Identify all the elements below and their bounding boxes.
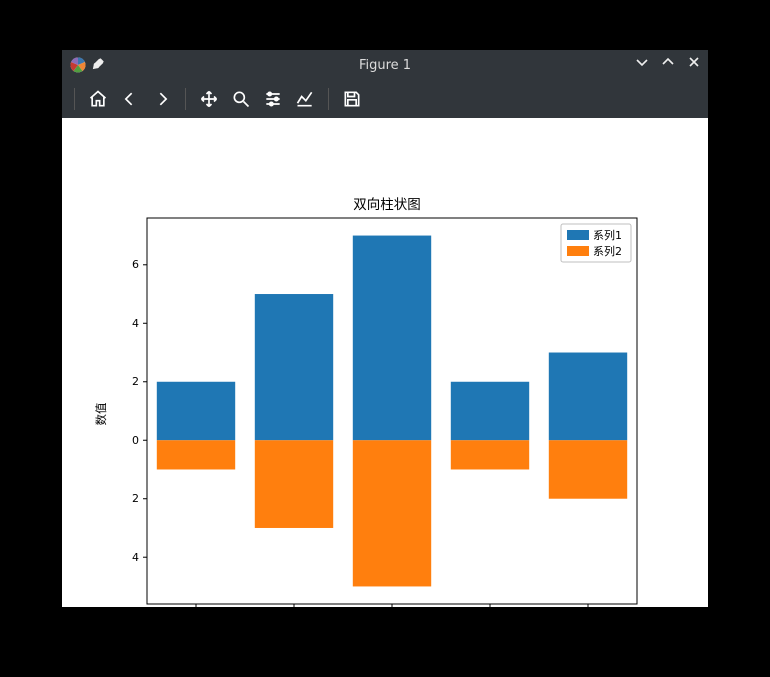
pin-icon[interactable] [92,57,105,74]
back-button[interactable] [115,84,145,114]
save-button[interactable] [337,84,367,114]
bar-series2-3 [451,440,529,469]
zoom-button[interactable] [226,84,256,114]
edit-button[interactable] [290,84,320,114]
bar-series1-3 [451,382,529,440]
toolbar [62,80,708,118]
home-button[interactable] [83,84,113,114]
ytick-n2: 2 [132,492,139,505]
maximize-button[interactable] [660,50,676,80]
legend: 系列1 系列2 [561,224,631,262]
bar-series1-4 [549,353,627,441]
bar-series1-2 [353,236,431,441]
ytick-n4: 4 [132,551,139,564]
bar-series2-0 [157,440,235,469]
toolbar-separator [328,88,329,110]
ytick-0: 0 [132,434,139,447]
bar-series1-1 [255,294,333,440]
toolbar-separator [74,88,75,110]
chart: 双向柱状图 [62,118,708,607]
bar-series2-1 [255,440,333,528]
legend-series1: 系列1 [593,228,622,242]
legend-series2: 系列2 [593,244,622,258]
toolbar-separator [185,88,186,110]
pan-button[interactable] [194,84,224,114]
window-controls [634,50,702,80]
chart-title: 双向柱状图 [353,197,421,213]
minimize-button[interactable] [634,50,650,80]
ytick-4: 4 [132,317,139,330]
ytick-2: 2 [132,375,139,388]
plot-area: 双向柱状图 [62,118,708,607]
y-axis: 0 2 4 6 2 4 [132,258,147,564]
bar-series1-0 [157,382,235,440]
ytick-6: 6 [132,258,139,271]
app-icon [70,57,86,73]
window-title: Figure 1 [62,58,708,73]
configure-button[interactable] [258,84,288,114]
close-button[interactable] [686,50,702,80]
bar-series2-4 [549,440,627,498]
titlebar: Figure 1 [62,50,708,80]
bar-series2-2 [353,440,431,586]
forward-button[interactable] [147,84,177,114]
y-axis-label: 数值 [94,402,108,425]
figure-window: Figure 1 [62,50,708,607]
